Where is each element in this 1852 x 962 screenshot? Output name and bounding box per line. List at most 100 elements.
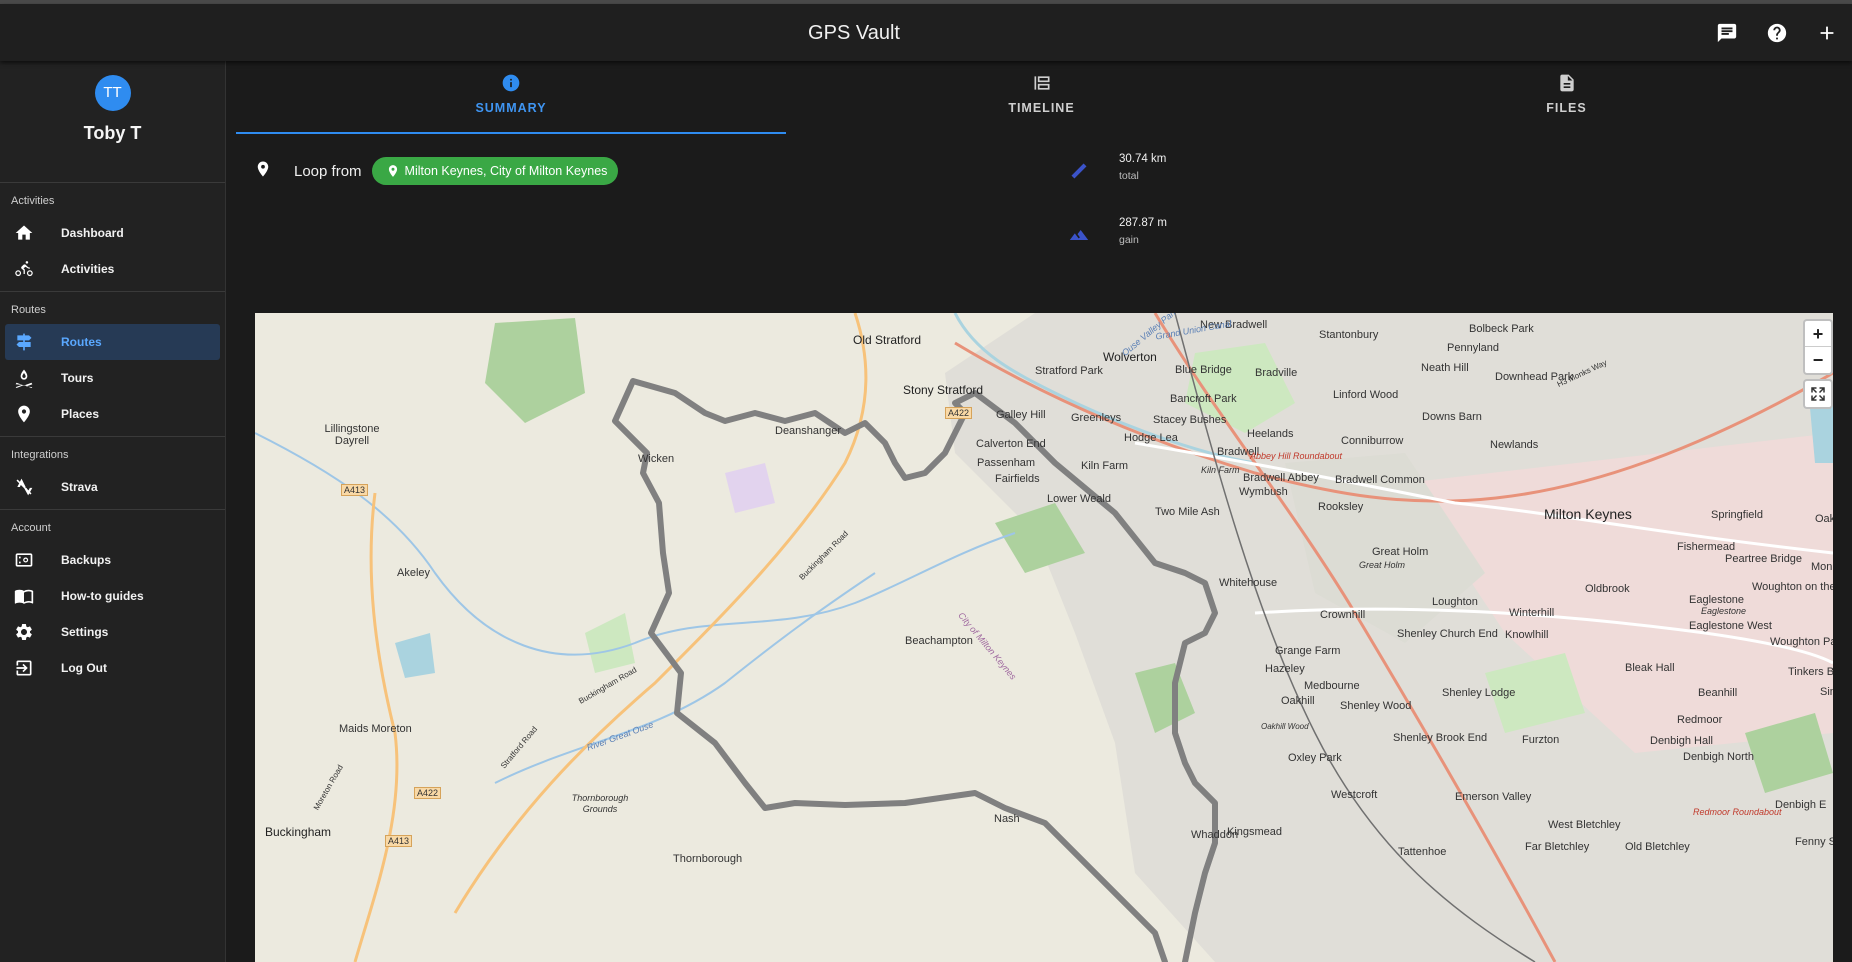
map-label: Knowlhill xyxy=(1505,629,1549,641)
map-label: Bradwell Common xyxy=(1335,474,1425,486)
location-name: Milton Keynes, City of Milton Keynes xyxy=(404,164,608,178)
zoom-out-button[interactable]: − xyxy=(1805,347,1831,373)
road-label: A413 xyxy=(385,835,413,847)
road-label: A422 xyxy=(414,787,442,799)
zoom-in-button[interactable]: + xyxy=(1805,321,1831,347)
map-label: Oxley Park xyxy=(1288,752,1342,764)
map-label: Beachampton xyxy=(905,635,973,647)
map-label: Akeley xyxy=(397,567,431,579)
sidebar-item-label: Places xyxy=(61,407,100,421)
sidebar-item-routes[interactable]: Routes xyxy=(5,324,220,360)
gear-icon xyxy=(13,622,35,642)
feedback-button[interactable] xyxy=(1702,8,1752,58)
map-label: Eaglestone West xyxy=(1689,620,1772,632)
sidebar-item-log-out[interactable]: Log Out xyxy=(5,650,220,686)
map-label: Two Mile Ash xyxy=(1155,506,1220,518)
fullscreen-icon xyxy=(1811,387,1825,401)
sidebar-item-backups[interactable]: Backups xyxy=(5,542,220,578)
sidebar-item-how-to-guides[interactable]: How-to guides xyxy=(5,578,220,614)
map-label: Winterhill xyxy=(1509,607,1555,619)
strava-off-icon xyxy=(13,477,35,497)
section-title: Activities xyxy=(11,195,55,207)
help-button[interactable] xyxy=(1752,8,1802,58)
tab-files[interactable]: FILES xyxy=(1297,67,1836,133)
elevation-value: 287.87 m xyxy=(1119,217,1167,229)
map-label: Stony Stratford xyxy=(903,383,984,397)
signpost-icon xyxy=(13,332,35,352)
section-account: Account Backups How-to guides Settings L… xyxy=(0,510,225,690)
location-pin-icon xyxy=(388,165,397,177)
map-label: Great Holm xyxy=(1372,546,1429,558)
sidebar-item-strava[interactable]: Strava xyxy=(5,469,220,505)
map-label: Maids Moreton xyxy=(339,723,412,735)
map-label: Furzton xyxy=(1522,734,1560,746)
sidebar-item-label: Settings xyxy=(61,625,109,639)
tab-summary[interactable]: SUMMARY xyxy=(236,67,786,133)
section-activities: Activities Dashboard Activities xyxy=(0,183,225,292)
route-detail: SUMMARY TIMELINE FILES Loop from Milton … xyxy=(236,61,1852,962)
user-profile: TT Toby T xyxy=(0,75,225,183)
route-map[interactable]: Old Stratford Stony Stratford Wolverton … xyxy=(255,313,1833,962)
map-label: Calverton End xyxy=(976,438,1046,450)
map-label: Fishermead xyxy=(1677,541,1736,553)
map-label: Nash xyxy=(994,813,1020,825)
location-pin-icon xyxy=(254,160,272,183)
map-label: Springfield xyxy=(1711,509,1763,521)
map-label: Tattenhoe xyxy=(1398,846,1447,858)
map-label: Fairfields xyxy=(995,473,1040,485)
map-label: Shenley Brook End xyxy=(1393,732,1488,744)
map-label: Lillingstone Dayrell xyxy=(324,423,380,447)
map-label: Eaglestone xyxy=(1689,594,1745,606)
logout-icon xyxy=(13,658,35,678)
tab-label: TIMELINE xyxy=(1008,101,1075,115)
map-label: West Bletchley xyxy=(1548,819,1621,831)
avatar[interactable]: TT xyxy=(94,75,131,111)
sidebar-item-label: Tours xyxy=(61,371,94,385)
sidebar-item-activities[interactable]: Activities xyxy=(5,251,220,287)
road-label: A422 xyxy=(945,407,973,419)
sidebar-item-settings[interactable]: Settings xyxy=(5,614,220,650)
sidebar-item-label: Activities xyxy=(61,262,115,276)
file-icon xyxy=(1559,74,1574,92)
map-label: Redmoor xyxy=(1677,714,1723,726)
map-label: Stacey Bushes xyxy=(1153,414,1227,426)
map-label: Great Holm xyxy=(1359,560,1406,570)
tab-bar: SUMMARY TIMELINE FILES xyxy=(236,67,1836,134)
map-label: Conniburrow xyxy=(1341,435,1404,447)
map-label: Woughton Park xyxy=(1770,636,1833,648)
map-label: Thornborough Grounds xyxy=(571,793,629,814)
section-integrations: Integrations Strava xyxy=(0,437,225,510)
map-label: Eaglestone xyxy=(1701,606,1747,616)
add-button[interactable] xyxy=(1802,8,1852,58)
sidebar-item-label: Backups xyxy=(61,553,112,567)
distance-unit: total xyxy=(1119,170,1139,182)
tab-timeline[interactable]: TIMELINE xyxy=(786,67,1297,133)
map-label: Old Stratford xyxy=(853,333,922,347)
map-label: Denbigh E xyxy=(1775,799,1827,811)
map-label: Whitehouse xyxy=(1219,577,1278,589)
campfire-icon xyxy=(13,368,35,388)
map-label: Greenleys xyxy=(1071,412,1122,424)
map-label: Far Bletchley xyxy=(1525,841,1590,853)
map-label: Lower Weald xyxy=(1047,493,1111,505)
sidebar-item-tours[interactable]: Tours xyxy=(5,360,220,396)
fullscreen-button[interactable] xyxy=(1803,379,1833,409)
map-label: Linford Wood xyxy=(1333,389,1399,401)
map-label: Bolbeck Park xyxy=(1469,323,1534,335)
sidebar: TT Toby T Activities Dashboard Activitie… xyxy=(0,61,226,962)
section-title: Account xyxy=(11,522,51,534)
sidebar-item-places[interactable]: Places xyxy=(5,396,220,432)
tab-label: SUMMARY xyxy=(475,101,547,115)
pin-icon xyxy=(13,404,35,424)
elevation-unit: gain xyxy=(1119,234,1139,246)
home-icon xyxy=(13,223,35,243)
map-label: Thornborough xyxy=(673,853,743,865)
map-label: Beanhill xyxy=(1698,687,1738,699)
help-icon xyxy=(1767,23,1787,42)
map-label: Oakhill xyxy=(1281,695,1315,707)
map-label: Peartree Bridge xyxy=(1725,553,1803,565)
location-chip[interactable]: Milton Keynes, City of Milton Keynes xyxy=(371,157,619,185)
backup-icon xyxy=(13,550,35,570)
sidebar-item-dashboard[interactable]: Dashboard xyxy=(5,215,220,251)
map-label: Hazeley xyxy=(1265,663,1305,675)
